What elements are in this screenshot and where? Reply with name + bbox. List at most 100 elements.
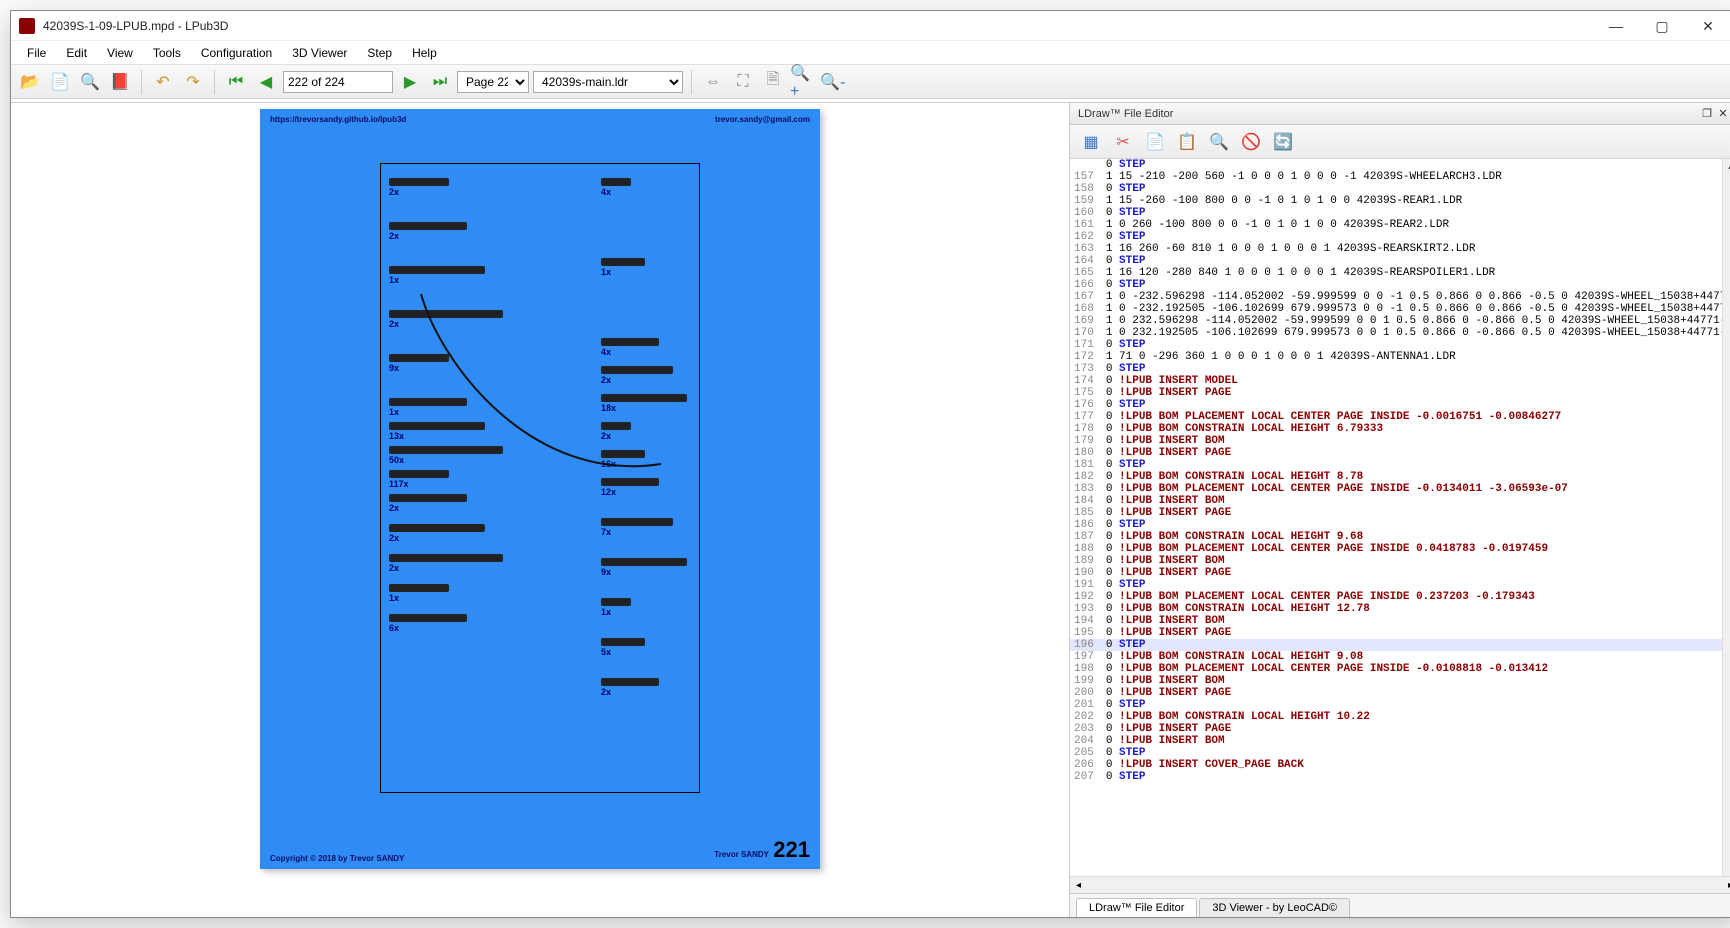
code-line[interactable]: 0 !LPUB BOM CONSTRAIN LOCAL HEIGHT 10.22 (1100, 711, 1730, 723)
code-line[interactable]: 0 !LPUB BOM CONSTRAIN LOCAL HEIGHT 8.78 (1100, 471, 1730, 483)
fit-page-icon[interactable]: ⛶ (730, 69, 756, 95)
code-line[interactable]: 0 !LPUB INSERT PAGE (1100, 723, 1730, 735)
code-line[interactable]: 0 !LPUB INSERT PAGE (1100, 627, 1730, 639)
close-button[interactable]: ✕ (1685, 11, 1730, 41)
code-line[interactable]: 0 STEP (1100, 207, 1730, 219)
page-number-input[interactable] (283, 71, 393, 93)
cut-icon[interactable]: ✂ (1110, 129, 1136, 155)
code-line[interactable]: 0 !LPUB INSERT PAGE (1100, 687, 1730, 699)
first-page-icon[interactable]: ⏮ (223, 69, 249, 95)
menu-tools[interactable]: Tools (143, 41, 191, 65)
vertical-scrollbar[interactable]: ▴ (1722, 159, 1730, 876)
menu-edit[interactable]: Edit (56, 41, 97, 65)
prev-page-icon[interactable]: ◀ (253, 69, 279, 95)
code-line[interactable]: 0 !LPUB BOM PLACEMENT LOCAL CENTER PAGE … (1100, 663, 1730, 675)
scroll-right-icon[interactable]: ▸ (1722, 877, 1730, 894)
code-line[interactable]: 0 !LPUB INSERT BOM (1100, 735, 1730, 747)
code-line[interactable]: 1 16 120 -280 840 1 0 0 0 1 0 0 0 1 4203… (1100, 267, 1730, 279)
code-line[interactable]: 0 !LPUB INSERT PAGE (1100, 387, 1730, 399)
preview-icon[interactable]: 🔍 (77, 69, 103, 95)
refresh-icon[interactable]: 🔄 (1270, 129, 1296, 155)
code-line[interactable]: 1 15 -260 -100 800 0 0 -1 0 1 0 1 0 0 42… (1100, 195, 1730, 207)
redo-icon[interactable]: ↷ (180, 69, 206, 95)
menu-help[interactable]: Help (402, 41, 447, 65)
fit-width-icon[interactable]: ⇔ (700, 69, 726, 95)
code-line[interactable]: 0 STEP (1100, 639, 1730, 651)
page-preview-pane[interactable]: https://trevorsandy.github.io/lpub3d tre… (11, 103, 1069, 917)
code-line[interactable]: 0 !LPUB INSERT BOM (1100, 555, 1730, 567)
code-line[interactable]: 0 !LPUB INSERT PAGE (1100, 507, 1730, 519)
next-page-icon[interactable]: ▶ (397, 69, 423, 95)
line-number: 207 (1070, 771, 1100, 783)
code-line[interactable]: 1 0 232.596298 -114.052002 -59.999599 0 … (1100, 315, 1730, 327)
code-line[interactable]: 0 !LPUB BOM PLACEMENT LOCAL CENTER PAGE … (1100, 411, 1730, 423)
code-line[interactable]: 0 STEP (1100, 255, 1730, 267)
code-line[interactable]: 0 !LPUB INSERT MODEL (1100, 375, 1730, 387)
code-line[interactable]: 0 !LPUB BOM CONSTRAIN LOCAL HEIGHT 9.68 (1100, 531, 1730, 543)
maximize-button[interactable]: ▢ (1639, 11, 1685, 41)
delete-icon[interactable]: 🚫 (1238, 129, 1264, 155)
code-line[interactable]: 1 0 232.192505 -106.102699 679.999573 0 … (1100, 327, 1730, 339)
code-line[interactable]: 0 !LPUB INSERT PAGE (1100, 567, 1730, 579)
minimize-button[interactable]: — (1593, 11, 1639, 41)
code-line[interactable]: 1 16 260 -60 810 1 0 0 0 1 0 0 0 1 42039… (1100, 243, 1730, 255)
code-line[interactable]: 0 !LPUB INSERT BOM (1100, 675, 1730, 687)
open-file-icon[interactable]: 📂 (17, 69, 43, 95)
export-pdf-icon[interactable]: 📕 (107, 69, 133, 95)
code-line[interactable]: 0 !LPUB BOM CONSTRAIN LOCAL HEIGHT 9.08 (1100, 651, 1730, 663)
menu-file[interactable]: File (17, 41, 56, 65)
line-number: 160 (1070, 207, 1100, 219)
code-line[interactable]: 0 !LPUB BOM CONSTRAIN LOCAL HEIGHT 6.793… (1100, 423, 1730, 435)
code-line[interactable]: 0 STEP (1100, 771, 1730, 783)
scroll-up-icon[interactable]: ▴ (1723, 159, 1730, 176)
code-line[interactable]: 0 STEP (1100, 747, 1730, 759)
code-line[interactable]: 0 !LPUB INSERT PAGE (1100, 447, 1730, 459)
save-file-icon[interactable]: 📄 (47, 69, 73, 95)
code-line[interactable]: 1 0 -232.596298 -114.052002 -59.999599 0… (1100, 291, 1730, 303)
select-all-icon[interactable]: ▦ (1078, 129, 1104, 155)
code-line[interactable]: 0 !LPUB BOM PLACEMENT LOCAL CENTER PAGE … (1100, 543, 1730, 555)
line-number: 190 (1070, 567, 1100, 579)
code-line[interactable]: 0 STEP (1100, 231, 1730, 243)
code-line[interactable]: 1 15 -210 -200 560 -1 0 0 0 1 0 0 0 -1 4… (1100, 171, 1730, 183)
code-line[interactable]: 0 !LPUB BOM PLACEMENT LOCAL CENTER PAGE … (1100, 591, 1730, 603)
undock-icon[interactable]: ❐ (1699, 107, 1715, 120)
code-line[interactable]: 0 !LPUB INSERT BOM (1100, 615, 1730, 627)
undo-icon[interactable]: ↶ (150, 69, 176, 95)
close-panel-icon[interactable]: ✕ (1715, 107, 1730, 120)
code-line[interactable]: 0 STEP (1100, 159, 1730, 171)
editor-body[interactable]: 0 STEP1571 15 -210 -200 560 -1 0 0 0 1 0… (1070, 159, 1730, 876)
horizontal-scrollbar[interactable]: ◂ ▸ (1070, 876, 1730, 893)
menu-configuration[interactable]: Configuration (191, 41, 282, 65)
code-line[interactable]: 0 STEP (1100, 699, 1730, 711)
last-page-icon[interactable]: ⏭ (427, 69, 453, 95)
code-line[interactable]: 0 !LPUB INSERT BOM (1100, 495, 1730, 507)
file-select[interactable]: 42039s-main.ldr (533, 71, 683, 93)
code-line[interactable]: 0 !LPUB BOM PLACEMENT LOCAL CENTER PAGE … (1100, 483, 1730, 495)
code-line[interactable]: 0 STEP (1100, 399, 1730, 411)
scroll-left-icon[interactable]: ◂ (1070, 877, 1087, 894)
code-line[interactable]: 0 !LPUB INSERT COVER_PAGE BACK (1100, 759, 1730, 771)
code-line[interactable]: 1 71 0 -296 360 1 0 0 0 1 0 0 0 1 42039S… (1100, 351, 1730, 363)
code-line[interactable]: 0 !LPUB INSERT BOM (1100, 435, 1730, 447)
copy-icon[interactable]: 📄 (1142, 129, 1168, 155)
code-line[interactable]: 0 STEP (1100, 459, 1730, 471)
code-line[interactable]: 1 0 -232.192505 -106.102699 679.999573 0… (1100, 303, 1730, 315)
code-line[interactable]: 0 STEP (1100, 279, 1730, 291)
code-line[interactable]: 0 STEP (1100, 579, 1730, 591)
code-line[interactable]: 0 STEP (1100, 519, 1730, 531)
menu-3dviewer[interactable]: 3D Viewer (282, 41, 357, 65)
find-icon[interactable]: 🔍 (1206, 129, 1232, 155)
code-line[interactable]: 1 0 260 -100 800 0 0 -1 0 1 0 1 0 0 4203… (1100, 219, 1730, 231)
code-line[interactable]: 0 STEP (1100, 339, 1730, 351)
code-line[interactable]: 0 STEP (1100, 183, 1730, 195)
actual-size-icon[interactable]: 🗎 (760, 69, 786, 95)
page-select[interactable]: Page 221 (457, 71, 529, 93)
menu-step[interactable]: Step (357, 41, 402, 65)
zoom-in-icon[interactable]: 🔍+ (790, 69, 816, 95)
paste-icon[interactable]: 📋 (1174, 129, 1200, 155)
code-line[interactable]: 0 !LPUB BOM CONSTRAIN LOCAL HEIGHT 12.78 (1100, 603, 1730, 615)
code-line[interactable]: 0 STEP (1100, 363, 1730, 375)
zoom-out-icon[interactable]: 🔍- (820, 69, 846, 95)
menu-view[interactable]: View (97, 41, 143, 65)
